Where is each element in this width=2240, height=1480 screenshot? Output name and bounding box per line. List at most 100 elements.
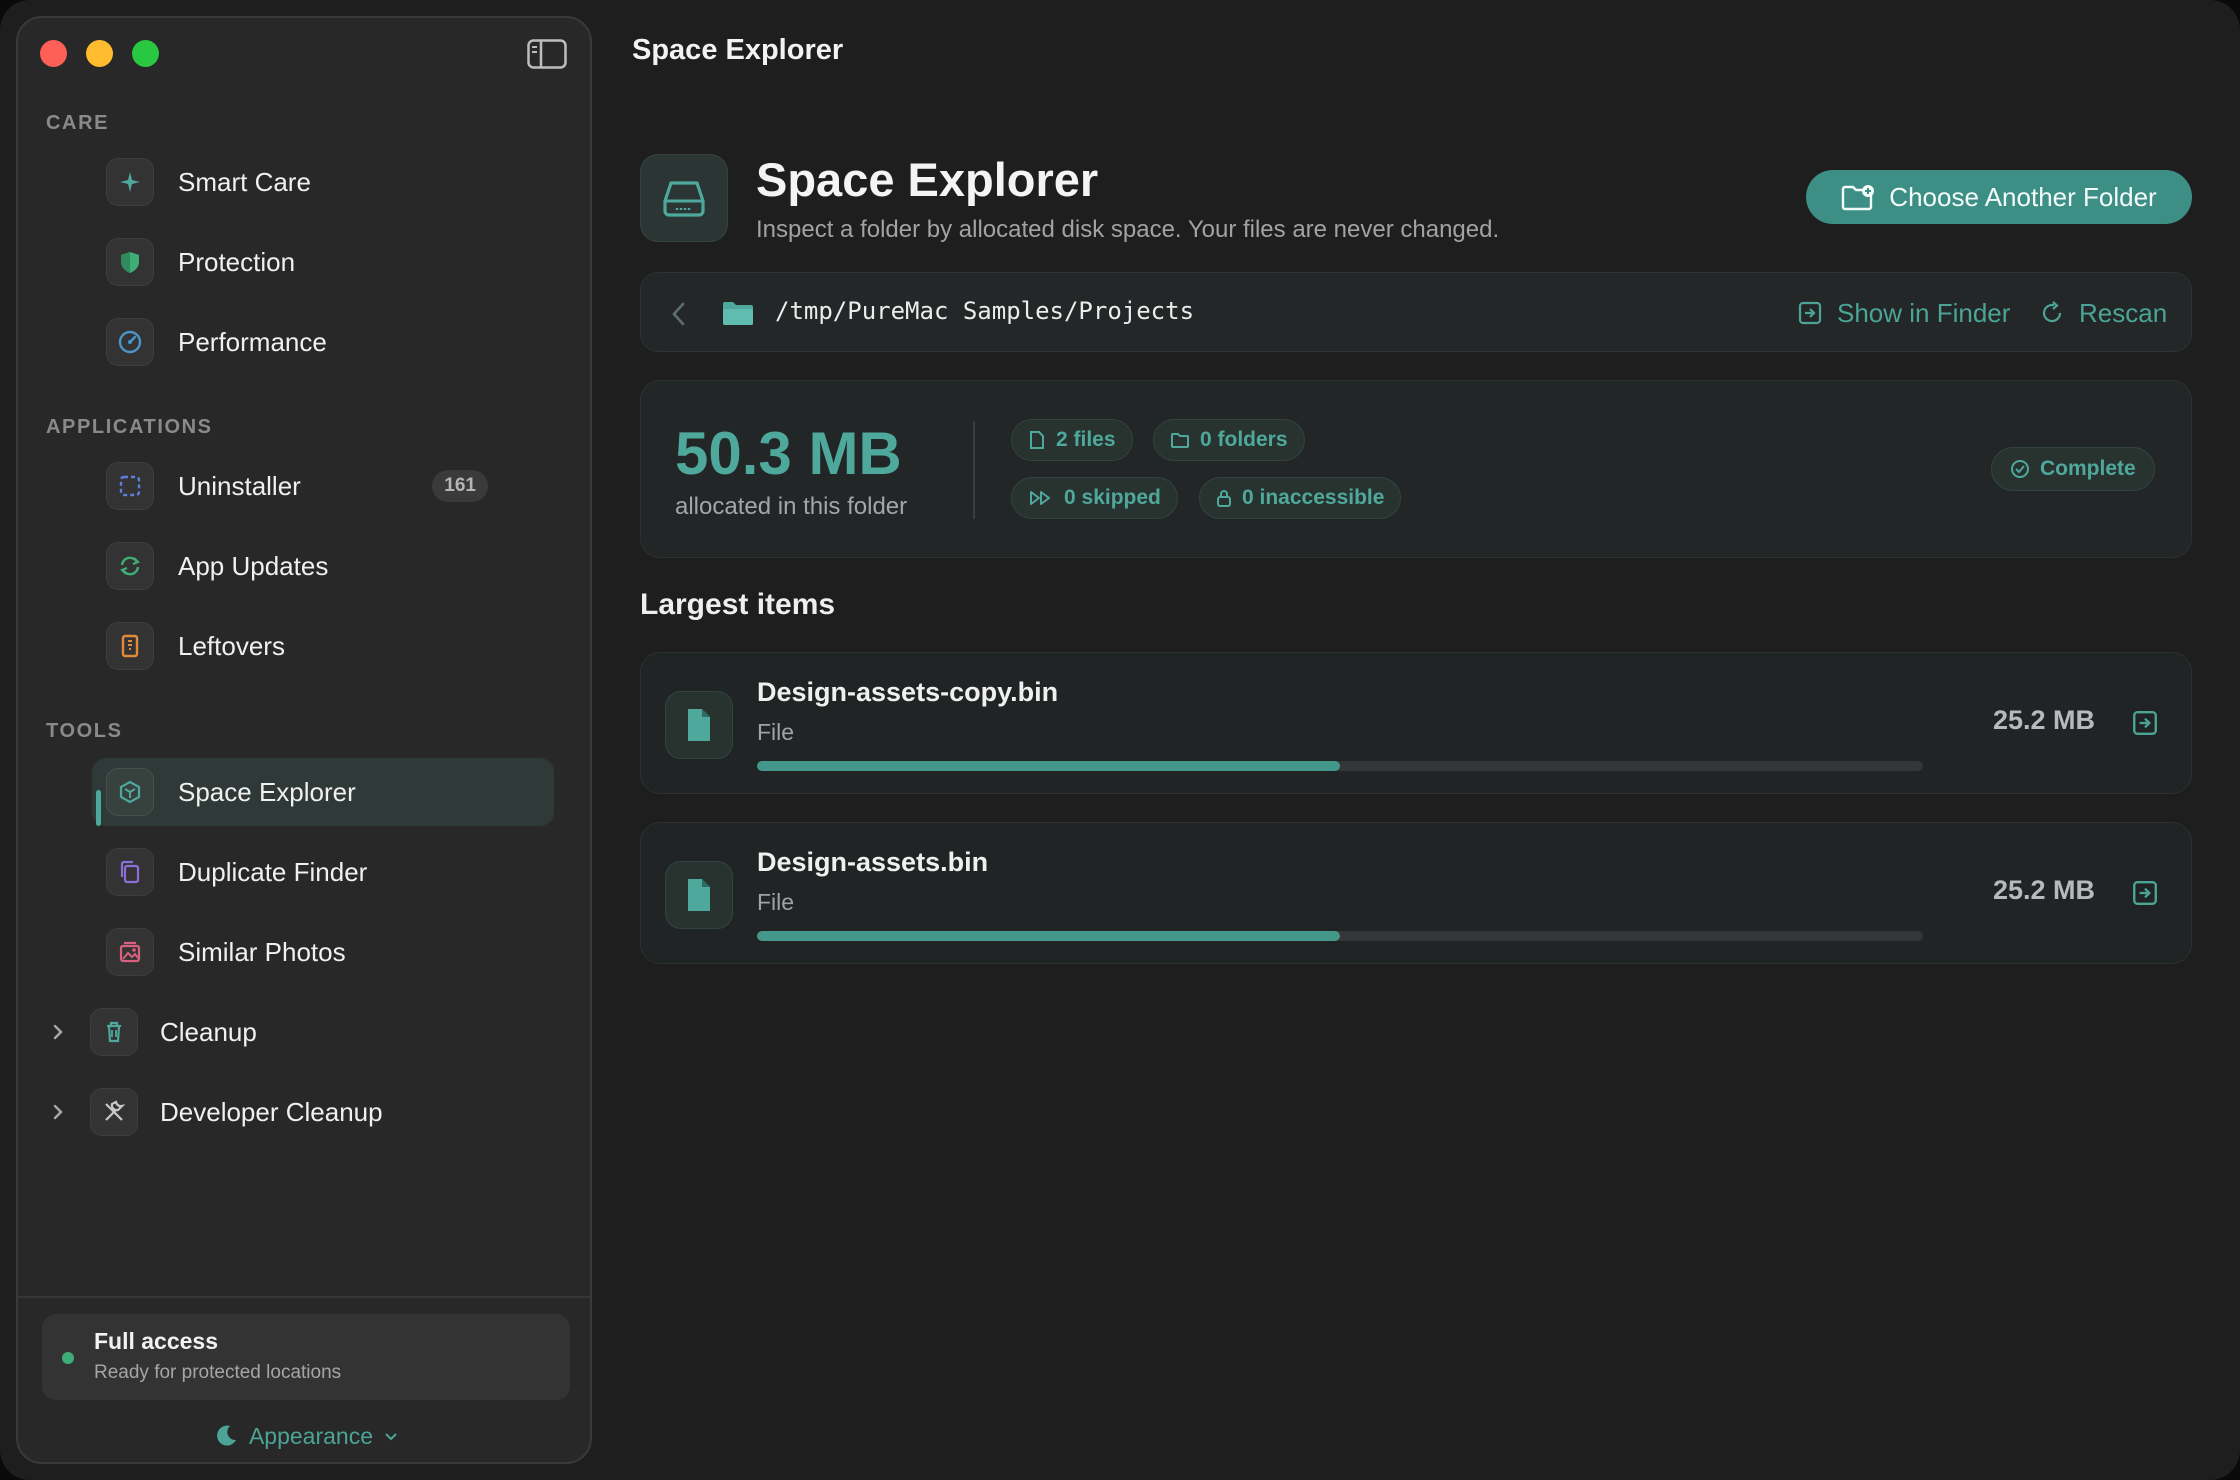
archive-icon bbox=[106, 622, 154, 670]
sparkle-icon bbox=[106, 158, 154, 206]
sidebar: CARE Smart Care Protection Performance A… bbox=[16, 16, 592, 1464]
list-item[interactable]: Design-assets.bin File 25.2 MB bbox=[640, 822, 2192, 964]
item-size: 25.2 MB bbox=[1992, 705, 2095, 735]
item-kind: File bbox=[757, 889, 795, 915]
duplicate-icon bbox=[106, 848, 154, 896]
list-item[interactable]: Design-assets-copy.bin File 25.2 MB bbox=[640, 652, 2192, 794]
close-window-button[interactable] bbox=[40, 40, 67, 67]
sidebar-item-performance[interactable]: Performance bbox=[92, 308, 554, 376]
total-size-caption: allocated in this folder bbox=[675, 493, 908, 520]
fast-forward-icon bbox=[1030, 491, 1050, 505]
access-title: Full access bbox=[94, 1328, 219, 1354]
zoom-window-button[interactable] bbox=[132, 40, 159, 67]
rescan-button[interactable]: Rescan bbox=[2039, 293, 2167, 333]
document-icon bbox=[665, 861, 733, 929]
window-title: Space Explorer bbox=[632, 34, 844, 66]
check-circle-icon bbox=[2011, 460, 2029, 478]
sidebar-item-label: Uninstaller bbox=[178, 470, 301, 501]
choose-another-folder-button[interactable]: Choose Another Folder bbox=[1806, 170, 2192, 224]
sidebar-item-smart-care[interactable]: Smart Care bbox=[92, 148, 554, 216]
chevron-right-icon[interactable] bbox=[48, 1022, 68, 1042]
folder-icon bbox=[723, 302, 753, 325]
window-controls bbox=[40, 40, 159, 67]
skipped-count: 0 skipped bbox=[1064, 486, 1161, 509]
files-count: 2 files bbox=[1056, 428, 1116, 451]
sidebar-group-cleanup[interactable]: Cleanup bbox=[24, 998, 544, 1066]
section-title-applications: APPLICATIONS bbox=[46, 416, 213, 438]
inaccessible-count: 0 inaccessible bbox=[1242, 486, 1385, 509]
sidebar-item-protection[interactable]: Protection bbox=[92, 228, 554, 296]
status-dot bbox=[62, 1352, 74, 1364]
minimize-window-button[interactable] bbox=[86, 40, 113, 67]
reveal-icon bbox=[1798, 301, 1822, 325]
reveal-in-finder-icon[interactable] bbox=[2131, 879, 2159, 907]
folders-count: 0 folders bbox=[1200, 428, 1288, 451]
access-status-card: Full access Ready for protected location… bbox=[42, 1314, 570, 1400]
reveal-in-finder-icon[interactable] bbox=[2131, 709, 2159, 737]
trash-icon bbox=[90, 1008, 138, 1056]
size-bar-fill bbox=[757, 931, 1340, 941]
show-in-finder-label: Show in Finder bbox=[1837, 297, 2011, 328]
gauge-icon bbox=[106, 318, 154, 366]
app-window: CARE Smart Care Protection Performance A… bbox=[0, 0, 2240, 1480]
item-size: 25.2 MB bbox=[1992, 875, 2095, 905]
rescan-icon bbox=[2042, 301, 2062, 323]
page-title: Space Explorer bbox=[756, 153, 1099, 206]
sidebar-item-label: App Updates bbox=[178, 550, 329, 581]
sidebar-item-label: Leftovers bbox=[178, 630, 285, 661]
access-subtitle: Ready for protected locations bbox=[94, 1362, 342, 1383]
show-in-finder-button[interactable]: Show in Finder bbox=[1797, 293, 2010, 333]
count-badge: 161 bbox=[432, 470, 488, 502]
current-path: /tmp/PureMac Samples/Projects bbox=[775, 297, 1195, 325]
skipped-chip: 0 skipped bbox=[1011, 477, 1178, 519]
total-size: 50.3 MB bbox=[675, 420, 902, 487]
appearance-label: Appearance bbox=[248, 1422, 374, 1449]
summary-card: 50.3 MB allocated in this folder 2 files… bbox=[640, 380, 2192, 558]
files-chip: 2 files bbox=[1011, 419, 1133, 461]
sidebar-item-app-updates[interactable]: App Updates bbox=[92, 532, 554, 600]
sidebar-item-similar-photos[interactable]: Similar Photos bbox=[92, 918, 554, 986]
size-bar-fill bbox=[757, 761, 1340, 771]
photos-icon bbox=[106, 928, 154, 976]
folder-plus-icon bbox=[1842, 185, 1875, 211]
status-badge: Complete bbox=[1991, 447, 2155, 491]
disk-icon bbox=[640, 154, 728, 242]
item-name: Design-assets.bin bbox=[757, 847, 989, 877]
sidebar-item-leftovers[interactable]: Leftovers bbox=[92, 612, 554, 680]
active-indicator bbox=[96, 790, 101, 826]
sidebar-item-label: Performance bbox=[178, 326, 327, 357]
moon-icon bbox=[217, 1425, 236, 1446]
back-chevron-icon[interactable] bbox=[669, 301, 689, 327]
choose-button-label: Choose Another Folder bbox=[1889, 181, 2157, 212]
toggle-sidebar-button[interactable] bbox=[526, 38, 568, 70]
cube-icon bbox=[106, 768, 154, 816]
dashed-square-icon bbox=[106, 462, 154, 510]
lock-icon bbox=[1217, 490, 1231, 507]
chevron-down-icon bbox=[385, 1433, 397, 1441]
sidebar-group-developer-cleanup[interactable]: Developer Cleanup bbox=[24, 1078, 544, 1146]
shield-icon bbox=[106, 238, 154, 286]
divider bbox=[973, 421, 975, 519]
item-kind: File bbox=[757, 719, 795, 745]
sidebar-item-label: Duplicate Finder bbox=[178, 856, 368, 887]
file-icon bbox=[1030, 431, 1044, 449]
sidebar-group-label: Developer Cleanup bbox=[160, 1096, 383, 1127]
appearance-menu[interactable]: Appearance bbox=[18, 1416, 590, 1456]
size-bar bbox=[757, 931, 1923, 941]
largest-items-heading: Largest items bbox=[640, 588, 836, 621]
section-title-care: CARE bbox=[46, 112, 110, 134]
size-bar bbox=[757, 761, 1923, 771]
sidebar-item-uninstaller[interactable]: Uninstaller 161 bbox=[92, 452, 554, 520]
folders-chip: 0 folders bbox=[1153, 419, 1305, 461]
sidebar-item-duplicate-finder[interactable]: Duplicate Finder bbox=[92, 838, 554, 906]
sidebar-item-label: Protection bbox=[178, 246, 296, 277]
item-name: Design-assets-copy.bin bbox=[757, 677, 1059, 707]
sidebar-item-label: Space Explorer bbox=[178, 776, 356, 807]
section-title-tools: TOOLS bbox=[46, 720, 123, 742]
chevron-right-icon[interactable] bbox=[48, 1102, 68, 1122]
folder-icon bbox=[1171, 433, 1189, 448]
sidebar-item-space-explorer[interactable]: Space Explorer bbox=[92, 758, 554, 826]
refresh-icon bbox=[106, 542, 154, 590]
rescan-label: Rescan bbox=[2079, 297, 2168, 328]
inaccessible-chip: 0 inaccessible bbox=[1199, 477, 1402, 519]
